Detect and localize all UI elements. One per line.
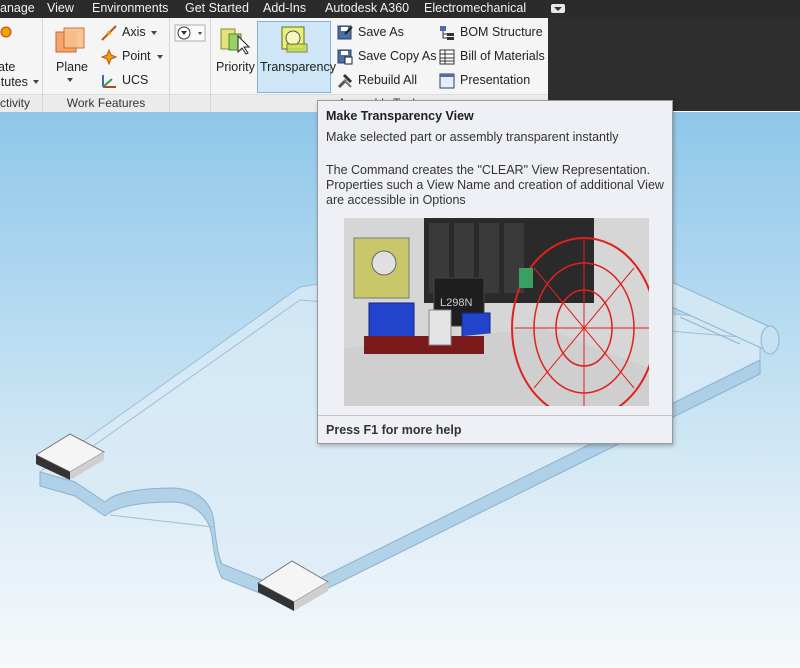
- ucs-label[interactable]: UCS: [122, 73, 148, 87]
- ribbon: ate itutes Plane Axis Point UCS Priority: [0, 18, 548, 112]
- save-copy-as-label[interactable]: Save Copy As: [358, 49, 437, 63]
- create-substitutes-icon: [0, 26, 12, 38]
- rebuild-all-label[interactable]: Rebuild All: [358, 73, 417, 87]
- bill-of-materials-icon: [439, 49, 455, 65]
- plane-icon[interactable]: [54, 26, 86, 58]
- preview-illustration: L298N: [344, 218, 649, 406]
- tooltip-description: The Command creates the "CLEAR" View Rep…: [326, 163, 664, 207]
- menu-bar: anage View Environments Get Started Add-…: [0, 0, 800, 18]
- panel-productivity-label: ctivity: [0, 94, 42, 112]
- tooltip-title: Make Transparency View: [326, 109, 474, 123]
- transparency-icon: [281, 26, 308, 53]
- menu-electromechanical[interactable]: Electromechanical: [424, 1, 526, 15]
- menu-get-started[interactable]: Get Started: [185, 1, 249, 15]
- point-dropdown-icon[interactable]: [157, 55, 163, 59]
- presentation-icon: [439, 73, 455, 89]
- rebuild-all-icon: [337, 73, 353, 89]
- tooltip-divider: [318, 415, 672, 416]
- presentation-label[interactable]: Presentation: [460, 73, 530, 87]
- ucs-icon: [102, 75, 116, 88]
- panel-work-features-label: Work Features: [43, 94, 169, 112]
- ribbon-empty-area: [548, 18, 800, 111]
- bill-of-materials-label[interactable]: Bill of Materials: [460, 49, 545, 63]
- menu-view[interactable]: View: [47, 1, 74, 15]
- tooltip-preview-image: L298N: [344, 218, 649, 406]
- point-icon: [100, 48, 118, 66]
- view-cube-dropdown-icon[interactable]: [174, 24, 206, 42]
- save-copy-as-icon: [337, 49, 353, 65]
- axis-label[interactable]: Axis: [122, 25, 146, 39]
- transparency-tooltip: Make Transparency View Make selected par…: [317, 100, 673, 444]
- menu-add-ins[interactable]: Add-Ins: [263, 1, 306, 15]
- priority-label[interactable]: Priority: [216, 60, 255, 74]
- menu-environments[interactable]: Environments: [92, 1, 168, 15]
- axis-icon: [101, 25, 117, 41]
- plane-dropdown-icon[interactable]: [67, 78, 73, 82]
- priority-icon[interactable]: [218, 24, 250, 56]
- menu-autodesk-a360[interactable]: Autodesk A360: [325, 1, 409, 15]
- transparency-label[interactable]: Transparency: [260, 60, 336, 74]
- tooltip-help-hint: Press F1 for more help: [326, 423, 462, 437]
- panel-view-label: [170, 94, 210, 112]
- create-substitutes-label[interactable]: ate: [0, 60, 15, 74]
- save-as-icon: [337, 25, 353, 40]
- plane-label[interactable]: Plane: [56, 60, 88, 74]
- create-substitutes-label-2: itutes: [0, 75, 28, 89]
- point-label[interactable]: Point: [122, 49, 151, 63]
- ribbon-options-dropdown-icon[interactable]: [551, 4, 565, 13]
- tooltip-subtitle: Make selected part or assembly transpare…: [326, 130, 619, 144]
- create-substitutes-dropdown-icon[interactable]: [33, 80, 39, 84]
- save-as-label[interactable]: Save As: [358, 25, 404, 39]
- axis-dropdown-icon[interactable]: [151, 31, 157, 35]
- bom-structure-icon: [440, 26, 454, 40]
- menu-manage[interactable]: anage: [0, 1, 35, 15]
- chip-label: L298N: [440, 297, 472, 309]
- bom-structure-label[interactable]: BOM Structure: [460, 25, 543, 39]
